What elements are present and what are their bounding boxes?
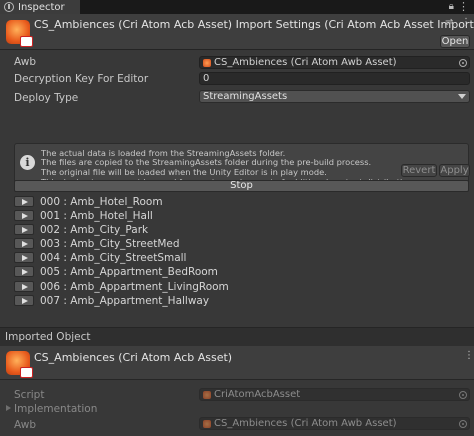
header-title: CS_Ambiences (Cri Atom Acb Asset) Import…: [34, 18, 474, 31]
play-button[interactable]: [14, 252, 34, 263]
deploy-type-label: Deploy Type: [14, 92, 79, 104]
stop-button[interactable]: Stop: [14, 180, 469, 192]
decryption-key-label: Decryption Key For Editor: [14, 73, 149, 85]
info-icon: i: [20, 155, 35, 170]
imported-object-section: Imported Object: [0, 328, 474, 346]
apply-button[interactable]: Apply: [439, 164, 470, 177]
awb-asset-icon: [203, 59, 211, 67]
awb-object-field[interactable]: CS_Ambiences (Cri Atom Awb Asset): [199, 56, 470, 69]
play-button[interactable]: [14, 281, 34, 292]
tab-bar: Inspector 🔒︎ ⋮: [0, 0, 474, 14]
cue-label: 001 : Amb_Hotel_Hall: [40, 210, 153, 222]
kebab-menu-icon[interactable]: ⋮: [458, 0, 469, 13]
play-button[interactable]: [14, 224, 34, 235]
script-object-field: CriAtomAcbAsset: [199, 388, 470, 401]
script-label: Script: [14, 389, 45, 401]
sliders-icon[interactable]: ⇌: [445, 17, 453, 28]
cue-label: 005 : Amb_Appartment_BedRoom: [40, 266, 218, 278]
foldout-arrow-icon[interactable]: [6, 405, 11, 411]
deploy-type-value: StreamingAssets: [203, 91, 288, 102]
awb-label: Awb: [14, 56, 37, 68]
object-picker-icon: [459, 391, 467, 399]
decryption-key-input[interactable]: 0: [199, 72, 470, 85]
acb-asset-icon: [6, 351, 33, 378]
revert-button[interactable]: Revert: [401, 164, 437, 177]
cue-label: 004 : Amb_City_StreetSmall: [40, 252, 187, 264]
implementation-foldout[interactable]: Implementation: [14, 403, 97, 415]
awb-asset-icon: [203, 420, 211, 428]
imported-awb-label: Awb: [14, 419, 37, 431]
more-icon[interactable]: ⋮: [461, 17, 471, 28]
tab-inspector[interactable]: Inspector: [0, 0, 80, 14]
play-button[interactable]: [14, 196, 34, 207]
deploy-type-dropdown[interactable]: StreamingAssets: [199, 90, 470, 103]
play-button[interactable]: [14, 238, 34, 249]
script-value: CriAtomAcbAsset: [214, 389, 301, 400]
object-picker-icon: [459, 420, 467, 428]
script-icon: [203, 391, 211, 399]
imported-awb-value: CS_Ambiences (Cri Atom Awb Asset): [214, 418, 397, 429]
importer-header: CS_Ambiences (Cri Atom Acb Asset) Import…: [0, 14, 474, 50]
cue-label: 007 : Amb_Appartment_Hallway: [40, 295, 210, 307]
imported-title: CS_Ambiences (Cri Atom Acb Asset): [34, 351, 233, 364]
cue-label: 006 : Amb_Appartment_LivingRoom: [40, 281, 229, 293]
info-line: The original file will be loaded when th…: [41, 167, 327, 177]
play-button[interactable]: [14, 266, 34, 277]
imported-object-header: CS_Ambiences (Cri Atom Acb Asset) ⋮: [0, 346, 474, 380]
object-picker-icon[interactable]: [459, 59, 467, 67]
cue-label: 002 : Amb_City_Park: [40, 224, 149, 236]
cue-label: 000 : Amb_Hotel_Room: [40, 196, 163, 208]
awb-value: CS_Ambiences (Cri Atom Awb Asset): [214, 57, 397, 68]
section-title: Imported Object: [5, 331, 91, 343]
chevron-down-icon: [458, 94, 466, 99]
tab-label: Inspector: [18, 1, 65, 13]
more-icon[interactable]: ⋮: [464, 350, 474, 361]
lock-icon[interactable]: 🔒︎: [449, 1, 454, 12]
play-button[interactable]: [14, 295, 34, 306]
info-icon: [4, 2, 14, 12]
cue-label: 003 : Amb_City_StreetMed: [40, 238, 180, 250]
info-line: The files are copied to the StreamingAss…: [41, 157, 372, 167]
acb-asset-icon: [6, 20, 33, 47]
play-button[interactable]: [14, 210, 34, 221]
open-button[interactable]: Open: [440, 35, 470, 48]
imported-awb-field: CS_Ambiences (Cri Atom Awb Asset): [199, 417, 470, 430]
